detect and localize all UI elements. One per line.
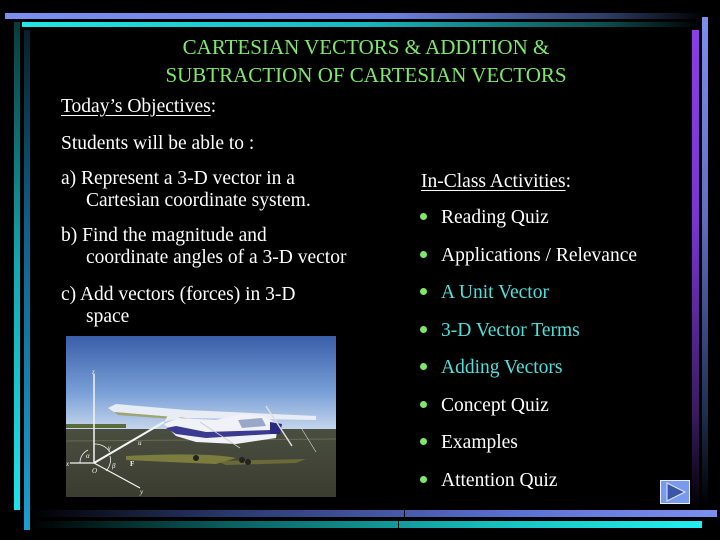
- label-origin: O: [92, 467, 97, 475]
- activities-heading-text: In-Class Activities: [421, 171, 566, 192]
- wheel: [193, 455, 199, 461]
- frame-bar-right-purple: [692, 30, 699, 510]
- objective-b-line2: coordinate angles of a 3-D vector: [86, 247, 347, 268]
- activity-item: Adding Vectors: [420, 356, 637, 394]
- label-gamma: γ: [108, 444, 111, 452]
- objective-item-c: c) Add vectors (forces) in 3-D space: [61, 283, 295, 327]
- objectives-heading-text: Today’s Objectives: [61, 96, 211, 117]
- bullet-icon: [420, 213, 427, 221]
- objective-c-line1: c) Add vectors (forces) in 3-D: [61, 284, 296, 305]
- frame-gap: [404, 508, 405, 518]
- activity-item: 3-D Vector Terms: [420, 319, 637, 357]
- objective-b-line1: b) Find the magnitude and: [61, 225, 267, 246]
- bullet-icon: [420, 400, 427, 408]
- objectives-intro: Students will be able to :: [61, 133, 255, 154]
- objectives-heading-colon: :: [210, 96, 217, 117]
- activity-label: A Unit Vector: [441, 282, 549, 303]
- bullet-icon: [420, 363, 427, 371]
- frame-bar-top-cyan: [22, 22, 702, 27]
- frame-bar-bottom-blue: [30, 510, 717, 517]
- play-triangle-icon: [666, 482, 687, 502]
- slide-title-line2: SUBTRACTION OF CARTESIAN VECTORS: [165, 63, 567, 87]
- bullet-icon: [420, 475, 427, 483]
- bullet-icon: [420, 250, 427, 258]
- slide-title: CARTESIAN VECTORS & ADDITION & SUBTRACTI…: [60, 33, 672, 89]
- activity-item: Examples: [420, 431, 637, 469]
- label-F: F: [130, 460, 134, 468]
- frame-bar-top-blue: [5, 13, 705, 19]
- objective-c-line2: space: [86, 306, 130, 327]
- frame-gap: [398, 519, 399, 529]
- activity-item: Attention Quiz: [420, 469, 637, 507]
- label-alpha: α: [86, 452, 90, 460]
- frame-bar-right-blue: [702, 17, 708, 507]
- activity-label: Applications / Relevance: [441, 244, 638, 266]
- activity-label: Adding Vectors: [441, 357, 563, 378]
- activities-heading-colon: :: [565, 171, 572, 192]
- activity-label: 3-D Vector Terms: [441, 319, 580, 341]
- airplane-vector-photo: z x y O F u α β γ: [66, 336, 336, 497]
- slide-title-line1: CARTESIAN VECTORS & ADDITION &: [182, 35, 550, 59]
- objectives-heading: Today’s Objectives:: [61, 96, 216, 118]
- activity-item: Concept Quiz: [420, 394, 637, 432]
- activity-label: Concept Quiz: [441, 394, 549, 416]
- objective-item-a: a) Represent a 3-D vector in a Cartesian…: [61, 168, 311, 212]
- frame-bar-left-inner: [24, 30, 30, 530]
- objective-a-line1: a) Represent a 3-D vector in a: [61, 168, 295, 189]
- airplane-photo-svg: z x y O F u α β γ: [66, 336, 336, 497]
- bullet-icon: [420, 288, 427, 296]
- wheel: [245, 459, 251, 465]
- label-u: u: [138, 439, 142, 447]
- treeline: [66, 424, 126, 428]
- activity-label: Examples: [441, 432, 518, 453]
- activity-item: Applications / Relevance: [420, 244, 637, 282]
- wheel: [239, 457, 245, 463]
- activity-item: Reading Quiz: [420, 206, 637, 244]
- objective-a-line2: Cartesian coordinate system.: [86, 190, 311, 211]
- activities-list: Reading Quiz Applications / Relevance A Un…: [420, 206, 637, 506]
- next-slide-button[interactable]: [660, 480, 690, 504]
- activities-heading: In-Class Activities:: [421, 171, 571, 193]
- activity-label: Attention Quiz: [441, 469, 558, 491]
- objective-item-b: b) Find the magnitude and coordinate ang…: [61, 225, 346, 269]
- frame-bar-left-outer: [14, 22, 20, 510]
- activity-item: A Unit Vector: [420, 281, 637, 319]
- bullet-icon: [420, 438, 427, 446]
- label-z: z: [91, 368, 95, 376]
- label-beta: β: [111, 462, 116, 470]
- bullet-icon: [420, 325, 427, 333]
- activity-label: Reading Quiz: [441, 207, 549, 228]
- frame-bar-bottom-cyan: [30, 521, 702, 528]
